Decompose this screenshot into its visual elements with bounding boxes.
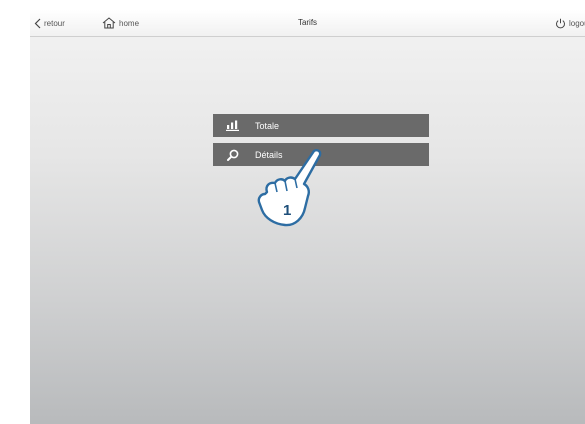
home-button[interactable]: home bbox=[102, 10, 139, 36]
logout-button[interactable]: logout bbox=[555, 10, 585, 36]
bar-chart-icon bbox=[225, 120, 241, 131]
back-label: retour bbox=[44, 18, 65, 28]
app-screen: retour home Tarifs logout bbox=[30, 10, 585, 424]
logout-label: logout bbox=[569, 18, 585, 28]
back-button[interactable]: retour bbox=[34, 10, 65, 36]
menu-item-totale[interactable]: Totale bbox=[213, 114, 429, 137]
search-icon bbox=[225, 149, 241, 161]
home-label: home bbox=[119, 18, 140, 28]
top-bar: retour home Tarifs logout bbox=[30, 10, 585, 37]
power-icon bbox=[555, 18, 566, 29]
home-icon bbox=[102, 17, 116, 29]
step-number: 1 bbox=[283, 202, 291, 219]
menu-item-label: Totale bbox=[255, 120, 280, 131]
pointing-hand-icon: 1 bbox=[257, 149, 322, 227]
chevron-left-icon bbox=[34, 18, 41, 29]
